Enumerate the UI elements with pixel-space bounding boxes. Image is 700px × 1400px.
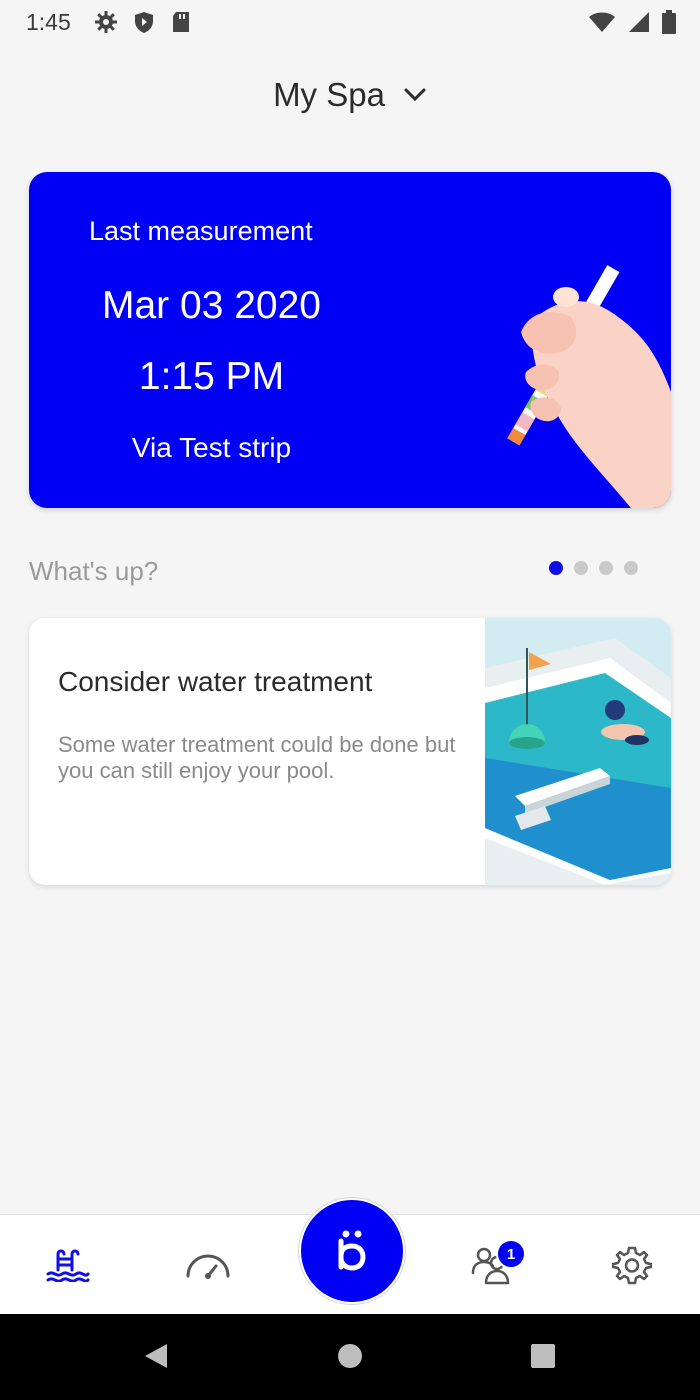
measurement-label: Last measurement (89, 216, 313, 246)
back-icon[interactable] (143, 1342, 169, 1370)
pool-illustration (485, 618, 671, 885)
notification-badge: 1 (496, 1239, 526, 1269)
section-heading: What's up? (29, 556, 159, 586)
pager-dot-3[interactable] (599, 561, 613, 575)
status-icons-left (94, 10, 192, 34)
gauge-icon[interactable] (185, 1250, 231, 1280)
home-icon[interactable] (337, 1342, 363, 1370)
chevron-down-icon[interactable] (403, 87, 427, 103)
nav-settings[interactable] (572, 1215, 692, 1315)
gear-icon[interactable] (612, 1245, 652, 1285)
b-logo-icon (338, 1230, 366, 1271)
system-nav-bar (0, 1314, 700, 1400)
signal-icon (629, 12, 649, 32)
nav-community[interactable]: 1 (432, 1215, 552, 1315)
gear-icon (95, 11, 117, 33)
shield-icon (135, 12, 153, 33)
pager-dot-1[interactable] (549, 561, 563, 575)
page-title: My Spa (273, 76, 385, 113)
tip-card[interactable]: Consider water treatment Some water trea… (29, 618, 671, 885)
pager-dot-4[interactable] (624, 561, 638, 575)
status-bar: 1:45 (0, 0, 700, 44)
pool-ladder-icon[interactable] (46, 1248, 90, 1282)
tip-title: Consider water treatment (58, 666, 373, 697)
app-screen: 1:45 My Spa Last measurement Mar 03 2020… (0, 0, 700, 1400)
pager-dot-2[interactable] (574, 561, 588, 575)
pager-dots[interactable] (549, 561, 638, 575)
measurement-method: Via Test strip (131, 432, 292, 463)
last-measurement-card[interactable]: Last measurement Mar 03 2020 1:15 PM Via… (29, 172, 671, 508)
hand-test-strip-illustration (507, 265, 671, 508)
measurement-time: 1:15 PM (138, 355, 285, 398)
tip-body: Some water treatment could be done but y… (58, 732, 456, 783)
status-icons-right (588, 10, 676, 34)
battery-icon (662, 10, 676, 34)
wifi-icon (589, 12, 615, 32)
center-action-button[interactable] (299, 1198, 405, 1304)
spa-selector[interactable]: My Spa (0, 70, 700, 120)
recents-icon[interactable] (530, 1342, 556, 1370)
measurement-date: Mar 03 2020 (102, 284, 321, 327)
nav-gauge[interactable] (148, 1215, 268, 1315)
status-time: 1:45 (26, 9, 71, 35)
nav-pool[interactable] (8, 1215, 128, 1315)
sd-card-icon (173, 12, 189, 32)
